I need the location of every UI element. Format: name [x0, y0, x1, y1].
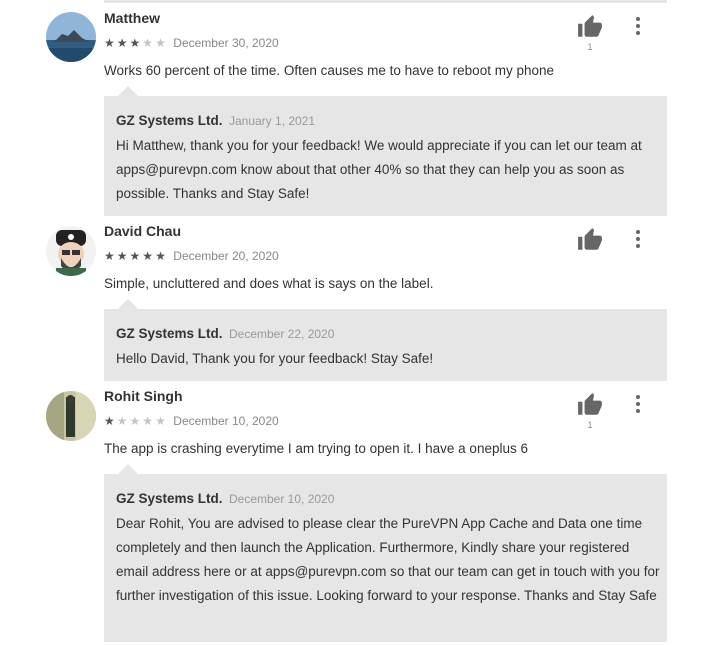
developer-name: GZ Systems Ltd. — [116, 326, 223, 341]
star-rating: ★★★★★ — [104, 414, 168, 428]
star-icon: ★ — [155, 248, 168, 263]
review-text: Simple, uncluttered and does what is say… — [104, 276, 434, 291]
review-date: December 10, 2020 — [173, 413, 279, 428]
reviewer-name: Matthew — [104, 10, 160, 26]
star-icon: ★ — [104, 413, 117, 428]
more-vert-icon[interactable] — [628, 230, 648, 252]
thumbs-up-icon[interactable] — [577, 227, 603, 253]
star-icon: ★ — [129, 413, 143, 428]
reply-text: Hi Matthew, thank you for your feedback!… — [116, 138, 642, 201]
review-date: December 20, 2020 — [173, 248, 279, 263]
reply-text: Hello David, Thank you for your feedback… — [116, 351, 434, 366]
star-icon: ★ — [155, 413, 168, 428]
avatar[interactable] — [46, 391, 96, 441]
review-text: Works 60 percent of the time. Often caus… — [104, 63, 554, 78]
more-vert-icon[interactable] — [628, 395, 648, 417]
avatar[interactable] — [46, 226, 96, 276]
avatar[interactable] — [46, 12, 96, 62]
rating-row: ★★★★★ December 30, 2020 — [104, 34, 279, 50]
star-icon: ★ — [129, 35, 143, 50]
reply-date: December 10, 2020 — [228, 492, 335, 506]
reply-date: January 1, 2021 — [228, 114, 316, 128]
like-count: 1 — [587, 42, 593, 52]
rating-row: ★★★★★ December 10, 2020 — [104, 412, 279, 428]
star-rating: ★★★★★ — [104, 249, 168, 263]
star-rating: ★★★★★ — [104, 36, 168, 50]
star-icon: ★ — [142, 248, 156, 263]
reply-text: Dear Rohit, You are advised to please cl… — [116, 516, 660, 603]
star-icon: ★ — [155, 35, 168, 50]
star-icon: ★ — [104, 35, 117, 50]
review-item: Matthew ★★★★★ December 30, 2020 Works 60… — [0, 0, 715, 216]
thumbs-up-icon[interactable] — [577, 392, 603, 418]
like-count: 1 — [587, 420, 593, 430]
review-item: Rohit Singh ★★★★★ December 10, 2020 The … — [0, 381, 715, 645]
review-item: David Chau ★★★★★ December 20, 2020 Simpl… — [0, 216, 715, 381]
review-text: The app is crashing everytime I am tryin… — [104, 441, 528, 456]
star-icon: ★ — [142, 35, 156, 50]
thumbs-up-icon[interactable] — [577, 14, 603, 40]
reviewer-name: David Chau — [104, 223, 182, 239]
review-date: December 30, 2020 — [173, 35, 279, 50]
developer-reply: GZ Systems Ltd. December 10, 2020 Dear R… — [104, 464, 667, 642]
developer-name: GZ Systems Ltd. — [116, 491, 223, 506]
developer-reply: GZ Systems Ltd. January 1, 2021 Hi Matth… — [104, 86, 667, 216]
developer-reply: GZ Systems Ltd. December 22, 2020 Hello … — [104, 299, 667, 381]
developer-name: GZ Systems Ltd. — [116, 113, 223, 128]
star-icon: ★ — [116, 35, 130, 50]
star-icon: ★ — [116, 413, 130, 428]
star-icon: ★ — [142, 413, 156, 428]
star-icon: ★ — [129, 248, 143, 263]
reply-date: December 22, 2020 — [228, 327, 335, 341]
star-icon: ★ — [116, 248, 130, 263]
more-vert-icon[interactable] — [628, 17, 648, 39]
reviewer-name: Rohit Singh — [104, 388, 183, 404]
rating-row: ★★★★★ December 20, 2020 — [104, 247, 279, 263]
star-icon: ★ — [104, 248, 117, 263]
